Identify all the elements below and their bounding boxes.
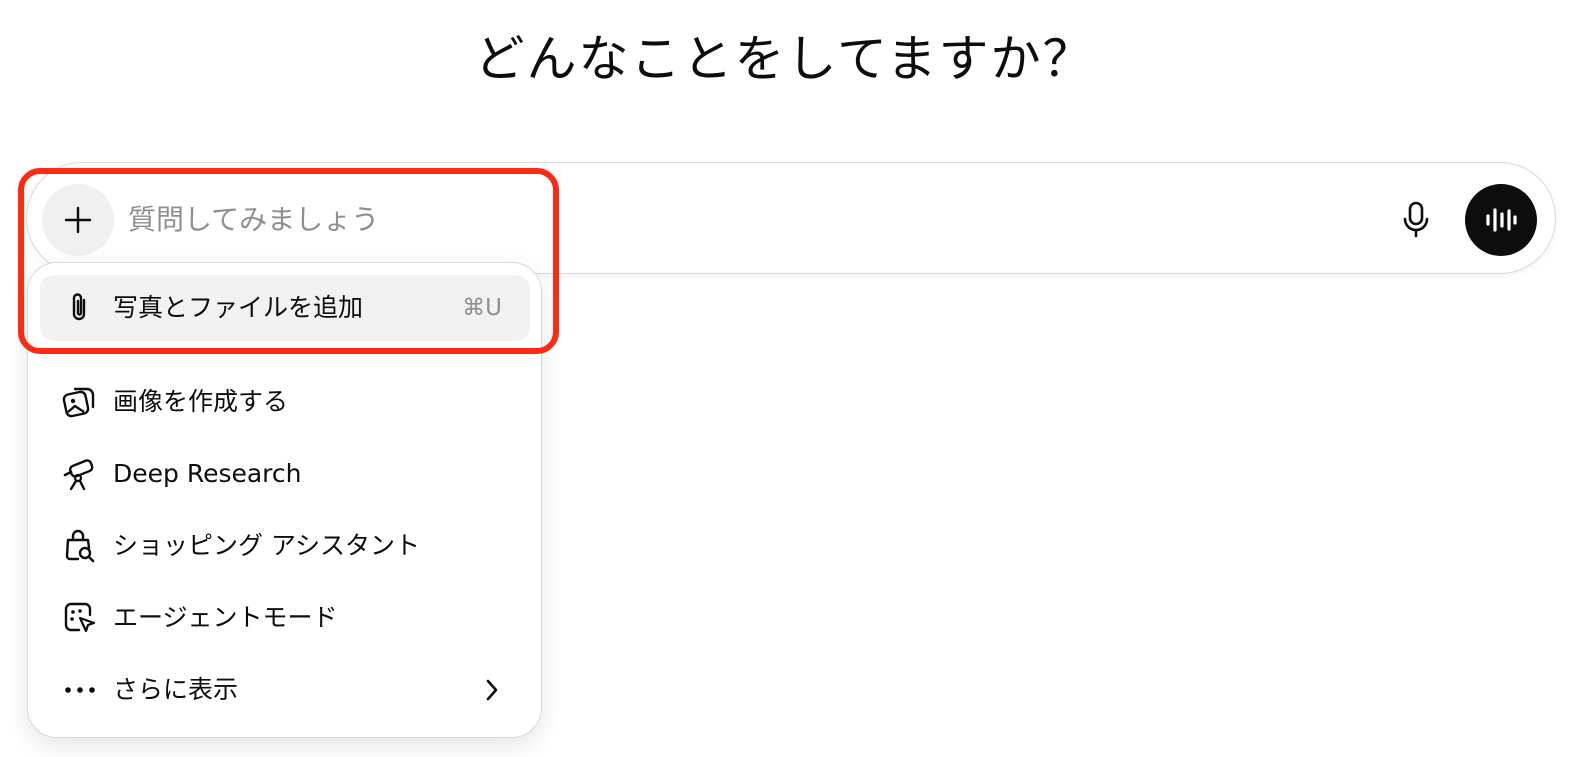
- dictate-button[interactable]: [1392, 196, 1440, 244]
- plus-icon: [64, 206, 92, 234]
- menu-item-label: エージェントモード: [113, 603, 338, 632]
- keyboard-shortcut: ⌘U: [462, 295, 502, 321]
- menu-item-label: ショッピング アシスタント: [113, 531, 420, 560]
- page-heading: どんなことをしてますか？: [474, 30, 1095, 88]
- menu-item-label: 画像を作成する: [113, 387, 289, 416]
- chevron-right-icon: [476, 674, 508, 706]
- menu-item-create-image[interactable]: 画像を作成する: [40, 369, 530, 435]
- prompt-input[interactable]: [128, 194, 1358, 244]
- voice-mode-button[interactable]: [1465, 184, 1537, 256]
- telescope-icon: [62, 456, 98, 492]
- menu-item-show-more[interactable]: さらに表示: [40, 657, 530, 723]
- more-dots-icon: [62, 672, 98, 708]
- agent-cursor-icon: [62, 600, 98, 636]
- menu-item-deep-research[interactable]: Deep Research: [40, 441, 530, 507]
- menu-item-agent-mode[interactable]: エージェントモード: [40, 585, 530, 651]
- menu-item-add-photos-files[interactable]: 写真とファイルを追加 ⌘U: [40, 275, 530, 341]
- menu-item-label: Deep Research: [113, 459, 302, 488]
- microphone-icon: [1403, 201, 1429, 238]
- menu-item-label: さらに表示: [113, 675, 239, 704]
- add-attachment-button[interactable]: [42, 184, 114, 256]
- paperclip-icon: [62, 290, 98, 326]
- attachment-menu: 写真とファイルを追加 ⌘U 画像を作成する Deep Research ショッピ…: [27, 262, 542, 738]
- voice-waveform-icon: [1486, 208, 1517, 232]
- menu-item-label: 写真とファイルを追加: [113, 293, 364, 322]
- image-create-icon: [62, 384, 98, 420]
- menu-item-shopping-assistant[interactable]: ショッピング アシスタント: [40, 513, 530, 579]
- shopping-bag-search-icon: [62, 528, 98, 564]
